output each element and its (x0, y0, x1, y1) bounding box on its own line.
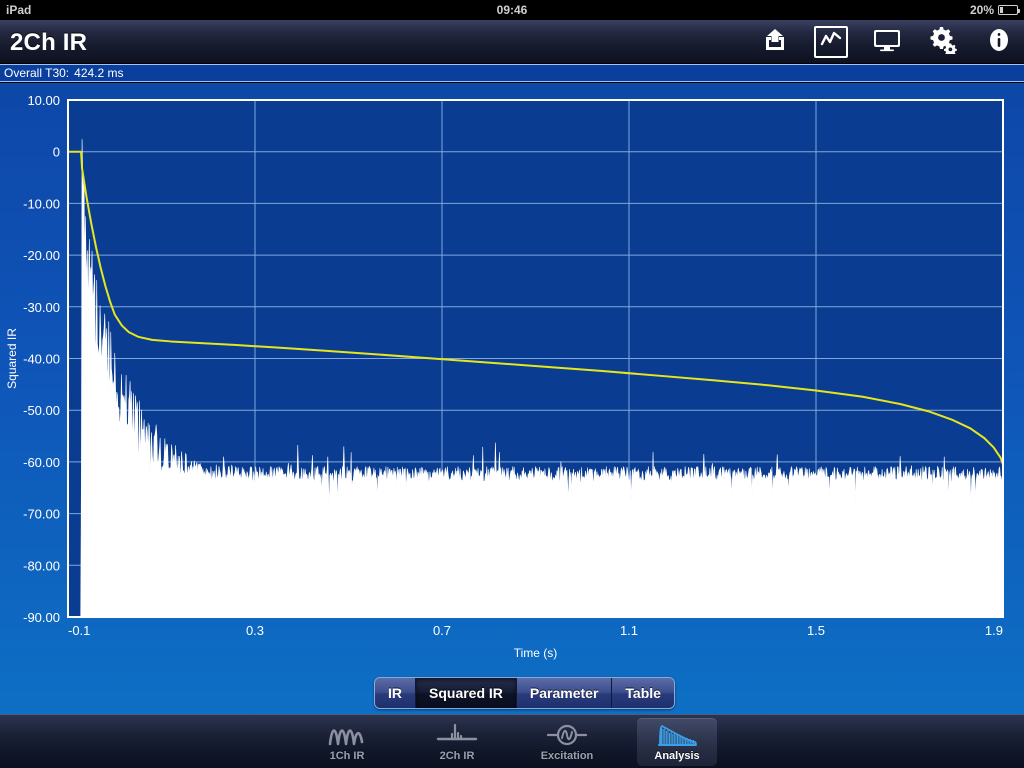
x-axis-title: Time (s) (514, 646, 558, 660)
x-axis-tick-labels: -0.1 0.3 0.7 1.1 1.5 1.9 (68, 623, 1003, 638)
x-tick-label: 0.3 (246, 623, 264, 638)
x-tick-label: 1.9 (985, 623, 1003, 638)
info-icon (987, 28, 1011, 57)
y-axis-tick-labels: 10.00 0 -10.00 -20.00 -30.00 -40.00 -50.00 -60.… (23, 93, 60, 625)
sine-circle-icon (544, 722, 590, 748)
view-mode-segmented-control[interactable]: IR Squared IR Parameter Table (374, 677, 675, 709)
tab-1ch-ir[interactable]: 1Ch IR (307, 718, 387, 766)
display-button[interactable] (870, 26, 904, 58)
chart-view-button[interactable] (814, 26, 848, 58)
segment-parameter[interactable]: Parameter (516, 678, 613, 708)
x-tick-label: 1.5 (807, 623, 825, 638)
settings-gear-icon (929, 26, 957, 59)
decay-curve-icon (654, 722, 700, 748)
segment-ir[interactable]: IR (375, 678, 416, 708)
y-axis-title: Squared IR (5, 328, 19, 389)
share-icon (762, 27, 788, 58)
y-tick-label: -90.00 (23, 610, 60, 625)
waveform-icon (324, 722, 370, 748)
app-root: iPad 09:46 20% 2Ch IR Overall T30: 424.2… (0, 0, 1024, 768)
y-tick-label: -40.00 (23, 352, 60, 367)
y-tick-label: -20.00 (23, 248, 60, 263)
display-icon (872, 28, 902, 57)
page-title: 2Ch IR (10, 29, 88, 56)
impulse-icon (434, 722, 480, 748)
y-tick-label: -10.00 (23, 196, 60, 211)
y-tick-label: 10.00 (27, 93, 60, 108)
tab-excitation[interactable]: Excitation (527, 718, 607, 766)
chart-icon (820, 29, 842, 56)
nav-action-group (758, 20, 1016, 64)
status-battery-group: 20% (969, 0, 1020, 20)
tab-analysis[interactable]: Analysis (637, 717, 717, 766)
y-tick-label: -60.00 (23, 455, 60, 470)
t30-value: 424.2 ms (74, 66, 124, 80)
y-tick-label: 0 (53, 145, 60, 160)
settings-button[interactable] (926, 26, 960, 58)
battery-icon (998, 5, 1020, 15)
bottom-tab-bar[interactable]: 1Ch IR 2Ch IR Excitation Analysis (0, 714, 1024, 768)
y-tick-label: -50.00 (23, 403, 60, 418)
status-battery-percent: 20% (969, 3, 994, 17)
tab-label: 1Ch IR (329, 749, 365, 762)
tab-label: Excitation (540, 749, 594, 762)
overall-result-bar: Overall T30: 424.2 ms (0, 64, 1024, 82)
share-button[interactable] (758, 26, 792, 58)
x-tick-label: 0.7 (433, 623, 451, 638)
info-button[interactable] (982, 26, 1016, 58)
segment-table[interactable]: Table (612, 678, 674, 708)
squared-ir-chart[interactable]: 10.00 0 -10.00 -20.00 -30.00 -40.00 -50.00 -60.… (0, 83, 1024, 714)
x-tick-label: 1.1 (620, 623, 638, 638)
ios-status-bar: iPad 09:46 20% (0, 0, 1024, 20)
navigation-bar: 2Ch IR (0, 20, 1024, 64)
tab-2ch-ir[interactable]: 2Ch IR (417, 718, 497, 766)
chart-region[interactable]: 10.00 0 -10.00 -20.00 -30.00 -40.00 -50.00 -60.… (0, 83, 1024, 714)
tab-label: Analysis (654, 749, 700, 762)
status-clock: 09:46 (496, 3, 528, 17)
t30-label: Overall T30: (4, 66, 70, 80)
y-tick-label: -30.00 (23, 300, 60, 315)
segment-squared-ir[interactable]: Squared IR (416, 678, 517, 708)
y-tick-label: -70.00 (23, 507, 60, 522)
x-tick-label: -0.1 (68, 623, 90, 638)
y-tick-label: -80.00 (23, 558, 60, 573)
tab-label: 2Ch IR (439, 749, 475, 762)
